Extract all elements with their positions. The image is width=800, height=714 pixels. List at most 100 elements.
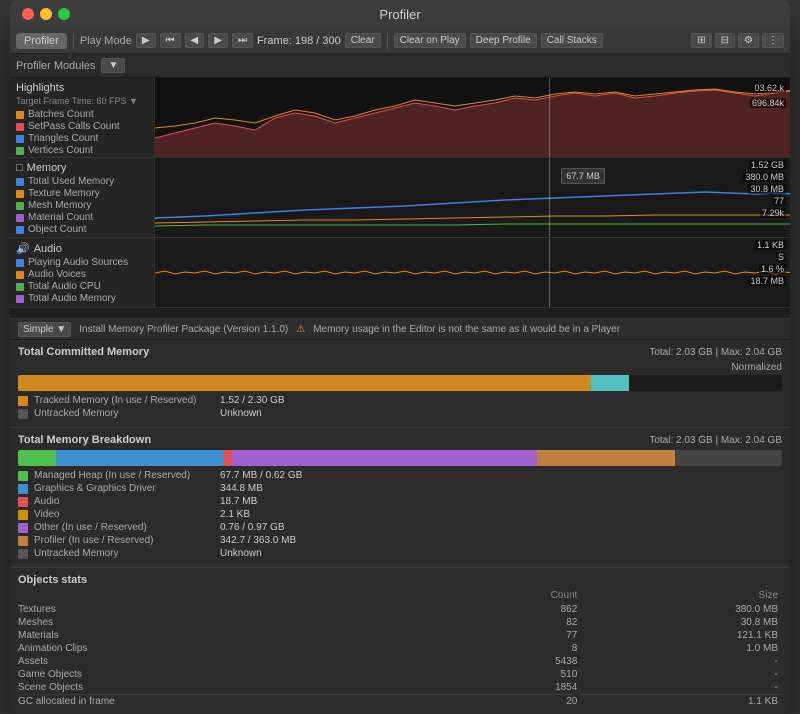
- rest-bar: [675, 450, 782, 466]
- texture-mem-dot: [16, 190, 24, 198]
- settings-btn[interactable]: ⚙: [738, 33, 759, 48]
- prev-button[interactable]: ◀: [185, 33, 205, 48]
- highlights-chart-canvas[interactable]: CPU // Will be rendered inline 03.62.k 6…: [155, 78, 790, 157]
- main-toolbar: Profiler Play Mode ▶ ⏮ ◀ ▶ ⏭ Frame: 198 …: [10, 28, 790, 54]
- object-count-item: Object Count: [16, 224, 148, 235]
- bd-name-4: Other (In use / Reserved): [34, 522, 214, 533]
- play-button[interactable]: ▶: [136, 33, 156, 48]
- audio-section-title: 🔊 Audio: [16, 242, 148, 255]
- bd-row-1: Graphics & Graphics Driver 344.8 MB: [18, 483, 782, 494]
- close-button[interactable]: [22, 8, 34, 20]
- modules-label: Profiler Modules: [16, 60, 95, 72]
- obj-name-1: Meshes: [18, 616, 450, 629]
- committed-header: Total Committed Memory Total: 2.03 GB | …: [18, 346, 782, 358]
- modules-dropdown[interactable]: ▼: [101, 58, 125, 73]
- setpass-label-item: SetPass Calls Count: [16, 121, 148, 132]
- bd-value-1: 344.8 MB: [220, 483, 263, 494]
- breakdown-bar: [18, 450, 782, 466]
- setpass-dot: [16, 123, 24, 131]
- bd-color-6: [18, 549, 28, 559]
- obj-count-0: 862: [450, 603, 582, 616]
- total-used-label: Total Used Memory: [28, 176, 114, 187]
- total-used-item: Total Used Memory: [16, 176, 148, 187]
- mem-val5: 7.29k: [760, 208, 786, 218]
- tracked-name: Tracked Memory (In use / Reserved): [34, 395, 214, 406]
- tracked-bar-segment: [18, 375, 591, 391]
- obj-size-1: 30.8 MB: [581, 616, 782, 629]
- obj-size-6: -: [581, 681, 782, 695]
- mem-val2: 380.0 MB: [743, 172, 786, 182]
- minimize-button[interactable]: [40, 8, 52, 20]
- object-count-label: Object Count: [28, 224, 86, 235]
- simple-dropdown[interactable]: Simple ▼: [18, 322, 71, 337]
- triangles-label: Triangles Count: [28, 133, 98, 144]
- bd-value-2: 18.7 MB: [220, 496, 257, 507]
- bd-row-3: Video 2.1 KB: [18, 509, 782, 520]
- batches-label: Batches Count: [28, 109, 94, 120]
- bd-value-5: 342.7 / 363.0 MB: [220, 535, 296, 546]
- more-btn[interactable]: ⋮: [762, 33, 784, 48]
- untracked-value: Unknown: [220, 408, 360, 419]
- deep-profile-button[interactable]: Deep Profile: [470, 33, 537, 48]
- col-name-header: [18, 590, 450, 603]
- memory-section-title: □ Memory: [16, 162, 148, 174]
- breakdown-total: Total: 2.03 GB | Max: 2.04 GB: [649, 435, 782, 446]
- triangles-label-item: Triangles Count: [16, 133, 148, 144]
- other-bar: [232, 450, 538, 466]
- untracked-bar-segment: [591, 375, 629, 391]
- step-back-button[interactable]: ⏮: [160, 33, 181, 48]
- bd-color-0: [18, 471, 28, 481]
- objects-table-body: Textures 862 380.0 MB Meshes 82 30.8 MB …: [18, 603, 782, 708]
- bd-color-5: [18, 536, 28, 546]
- bd-name-3: Video: [34, 509, 214, 520]
- mem-tooltip: 67.7 MB: [561, 168, 605, 184]
- obj-size-2: 121.1 KB: [581, 629, 782, 642]
- audio-icon: 🔊: [16, 242, 30, 255]
- obj-name-6: Scene Objects: [18, 681, 450, 695]
- voices-dot: [16, 271, 24, 279]
- maximize-button[interactable]: [58, 8, 70, 20]
- playing-label: Playing Audio Sources: [28, 257, 128, 268]
- table-row: Assets 5438 -: [18, 655, 782, 668]
- bd-row-6: Untracked Memory Unknown: [18, 548, 782, 559]
- highlights-label: Highlights: [16, 82, 64, 94]
- obj-count-5: 510: [450, 668, 582, 681]
- gfx-bar: [56, 450, 224, 466]
- warning-icon: ⚠: [296, 324, 305, 335]
- audio-cursor: [549, 238, 550, 307]
- audio-val2: S: [776, 252, 786, 262]
- audio-chart-canvas[interactable]: 1.1 KB S 1.6 % 18.7 MB: [155, 238, 790, 307]
- audio-val1: 1.1 KB: [755, 240, 786, 250]
- objects-panel: Objects stats Count Size Textures 862 38…: [10, 568, 790, 714]
- vertices-label-item: Vertices Count: [16, 145, 148, 156]
- object-count-dot: [16, 226, 24, 234]
- audio-mem-label: Total Audio Memory: [28, 293, 116, 304]
- step-fwd-button[interactable]: ⏭: [232, 33, 253, 48]
- profiler-tab[interactable]: Profiler: [16, 33, 67, 49]
- call-stacks-button[interactable]: Call Stacks: [541, 33, 603, 48]
- total-committed-panel: Total Committed Memory Total: 2.03 GB | …: [10, 340, 790, 428]
- layout-btn2[interactable]: ⊟: [715, 33, 735, 48]
- audio-labels: 🔊 Audio Playing Audio Sources Audio Voic…: [10, 238, 155, 307]
- traffic-lights: [22, 8, 70, 20]
- status-bar: Simple ▼ Install Memory Profiler Package…: [10, 318, 790, 340]
- next-button[interactable]: ▶: [208, 33, 228, 48]
- breakdown-rows: Managed Heap (In use / Reserved) 67.7 MB…: [18, 470, 782, 559]
- committed-bar: [18, 375, 782, 391]
- layout-btn1[interactable]: ⊞: [691, 33, 711, 48]
- audio-mem-item: Total Audio Memory: [16, 293, 148, 304]
- objects-table-header: Count Size: [18, 590, 782, 603]
- cpu-area: [155, 90, 790, 157]
- committed-rows: Tracked Memory (In use / Reserved) 1.52 …: [18, 395, 782, 419]
- clear-on-play-button[interactable]: Clear on Play: [394, 33, 466, 48]
- untracked-color: [18, 409, 28, 419]
- vertices-label: Vertices Count: [28, 145, 93, 156]
- obj-count-3: 8: [450, 642, 582, 655]
- memory-title: Memory: [27, 162, 67, 174]
- memory-chart-canvas[interactable]: 1.52 GB 380.0 MB 30.8 MB 77 7.29k 67.7 M…: [155, 158, 790, 237]
- obj-name-2: Materials: [18, 629, 450, 642]
- install-msg: Install Memory Profiler Package (Version…: [79, 324, 288, 335]
- bd-value-0: 67.7 MB / 0.62 GB: [220, 470, 302, 481]
- obj-size-0: 380.0 MB: [581, 603, 782, 616]
- clear-button[interactable]: Clear: [345, 33, 381, 48]
